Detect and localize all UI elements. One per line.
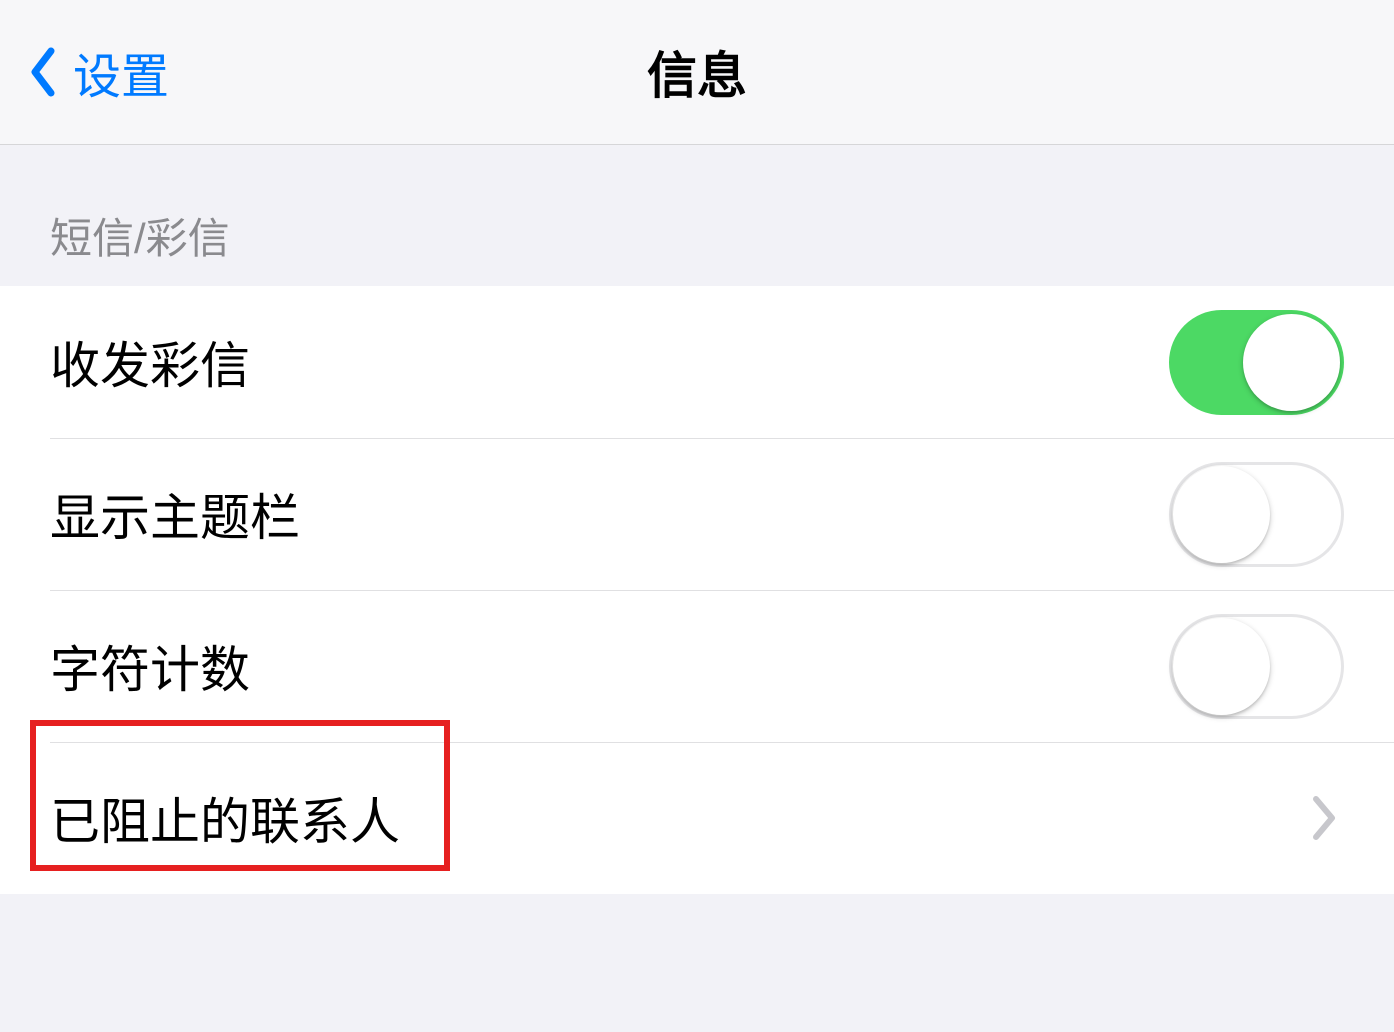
row-subject[interactable]: 显示主题栏 — [0, 438, 1394, 590]
toggle-knob — [1173, 466, 1270, 563]
row-label: 字符计数 — [50, 630, 250, 702]
back-button[interactable]: 设置 — [20, 37, 169, 107]
toggle-knob — [1173, 618, 1270, 715]
toggle-knob — [1243, 314, 1340, 411]
section-header: 短信/彩信 — [0, 145, 1394, 286]
row-label: 已阻止的联系人 — [50, 782, 400, 854]
row-mms[interactable]: 收发彩信 — [0, 286, 1394, 438]
page-title: 信息 — [647, 36, 747, 108]
toggle-charcount[interactable] — [1169, 614, 1344, 719]
settings-group: 收发彩信 显示主题栏 字符计数 已阻止的联系人 — [0, 286, 1394, 894]
back-label: 设置 — [73, 37, 169, 107]
toggle-mms[interactable] — [1169, 310, 1344, 415]
nav-bar: 设置 信息 — [0, 0, 1394, 145]
row-blocked-contacts[interactable]: 已阻止的联系人 — [0, 742, 1394, 894]
row-charcount[interactable]: 字符计数 — [0, 590, 1394, 742]
chevron-left-icon — [20, 42, 65, 102]
row-label: 收发彩信 — [50, 326, 250, 398]
row-label: 显示主题栏 — [50, 478, 300, 550]
chevron-right-icon — [1309, 793, 1344, 843]
toggle-subject[interactable] — [1169, 462, 1344, 567]
